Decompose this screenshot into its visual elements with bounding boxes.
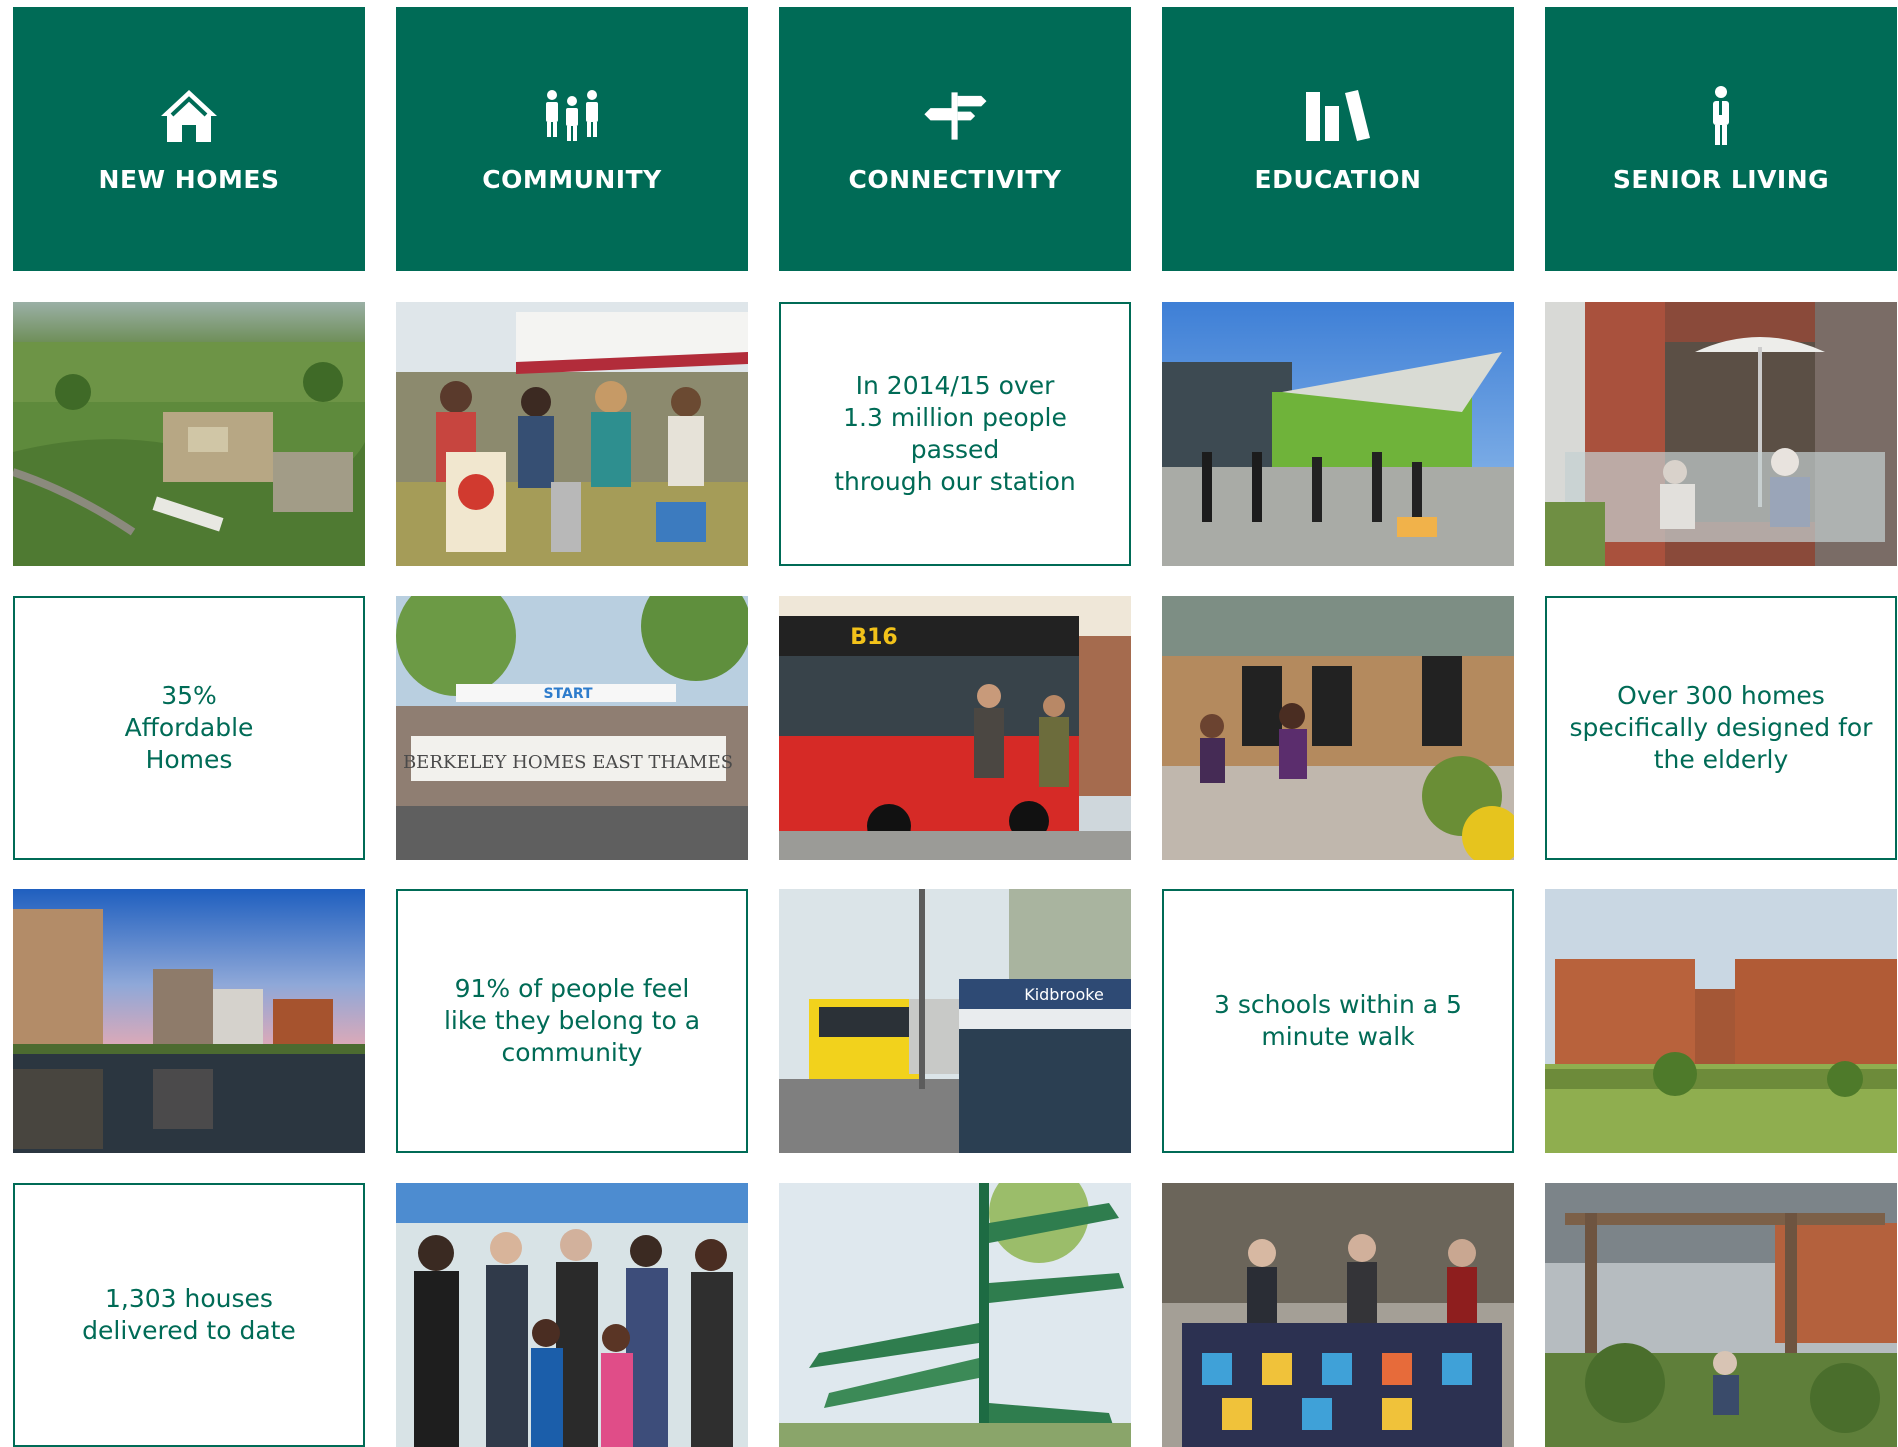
photo-community-fair — [396, 302, 748, 566]
photo-bus: B16 — [779, 596, 1131, 860]
people-icon — [537, 81, 607, 151]
header-label: EDUCATION — [1254, 164, 1422, 194]
stat-affordable-homes: 35% Affordable Homes — [13, 596, 365, 860]
photo-aerial-development — [13, 302, 365, 566]
stat-community-belonging: 91% of people feel like they belong to a… — [396, 889, 748, 1153]
race-banner-text: BERKELEY HOMES EAST THAMES — [403, 752, 733, 773]
header-connectivity: CONNECTIVITY — [779, 7, 1131, 271]
header-label: NEW HOMES — [98, 164, 280, 194]
stat-text: 3 schools within a 5 minute walk — [1214, 990, 1462, 1051]
photo-apartment-park — [1545, 889, 1897, 1153]
stat-text: 1,303 houses delivered to date — [82, 1284, 296, 1345]
photo-group-community — [396, 1183, 748, 1447]
bus-route: B16 — [850, 625, 897, 650]
race-banner-start: START — [543, 686, 593, 702]
header-community: COMMUNITY — [396, 7, 748, 271]
photo-signpost — [779, 1183, 1131, 1447]
stat-senior-homes: Over 300 homes specifically designed for… — [1545, 596, 1897, 860]
header-label: CONNECTIVITY — [848, 164, 1062, 194]
photo-garden-pergola — [1545, 1183, 1897, 1447]
photo-school-playground — [1162, 302, 1514, 566]
stat-houses-delivered: 1,303 houses delivered to date — [13, 1183, 365, 1447]
header-new-homes: NEW HOMES — [13, 7, 365, 271]
header-senior-living: SENIOR LIVING — [1545, 7, 1897, 271]
person-icon — [1686, 81, 1756, 151]
header-label: SENIOR LIVING — [1612, 164, 1830, 194]
stat-text: In 2014/15 over 1.3 million people passe… — [834, 371, 1076, 496]
stat-text: Over 300 homes specifically designed for… — [1569, 681, 1873, 774]
books-icon — [1303, 81, 1373, 151]
header-label: COMMUNITY — [482, 164, 662, 194]
signpost-icon — [920, 81, 990, 151]
photo-fun-run: BERKELEY HOMES EAST THAMES START — [396, 596, 748, 860]
stat-text: 35% Affordable Homes — [124, 681, 254, 774]
stat-text: 91% of people feel like they belong to a… — [443, 974, 701, 1067]
stat-schools-walk: 3 schools within a 5 minute walk — [1162, 889, 1514, 1153]
house-icon — [154, 81, 224, 151]
header-education: EDUCATION — [1162, 7, 1514, 271]
photo-kidbrooke-station: Kidbrooke — [779, 889, 1131, 1153]
stat-station-passengers: In 2014/15 over 1.3 million people passe… — [779, 302, 1131, 566]
photo-children-running — [1162, 596, 1514, 860]
photo-lakeside-apartments — [13, 889, 365, 1153]
photo-school-children-books — [1162, 1183, 1514, 1447]
station-sign-text: Kidbrooke — [1024, 985, 1104, 1004]
infographic-grid: NEW HOMES COMMUNITY CONNECTIVITY EDUCATI… — [0, 0, 1898, 1447]
photo-senior-balcony — [1545, 302, 1897, 566]
